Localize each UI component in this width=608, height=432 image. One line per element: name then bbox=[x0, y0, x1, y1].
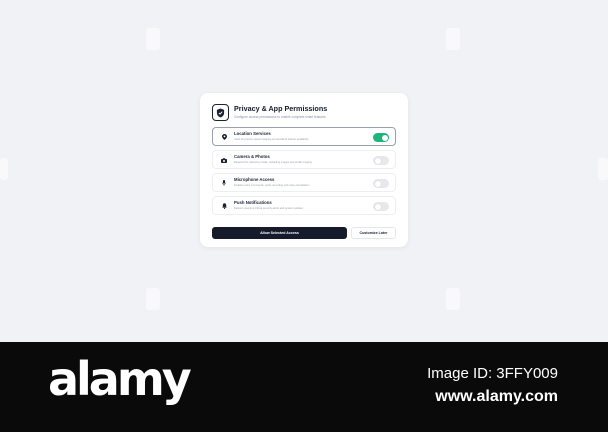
permission-row-notifications[interactable]: Push Notifications Delivers real-time cr… bbox=[212, 196, 396, 215]
microphone-icon bbox=[221, 180, 227, 186]
permissions-dialog: Privacy & App Permissions Configure acce… bbox=[200, 93, 408, 247]
camera-icon bbox=[221, 157, 227, 163]
permission-name: Microphone Access bbox=[234, 177, 275, 182]
watermark-mark bbox=[446, 288, 460, 310]
shield-check-icon bbox=[212, 104, 229, 121]
watermark-logo: alamy bbox=[48, 352, 192, 406]
permission-row-camera[interactable]: Camera & Photos Required for capturing m… bbox=[212, 150, 396, 169]
permission-name: Push Notifications bbox=[234, 200, 272, 205]
location-toggle[interactable] bbox=[373, 133, 389, 142]
watermark-mark bbox=[598, 158, 608, 180]
permission-row-location[interactable]: Location Services Used for precise speed… bbox=[212, 127, 396, 146]
permission-row-microphone[interactable]: Microphone Access Enables voice commands… bbox=[212, 173, 396, 192]
camera-toggle[interactable] bbox=[373, 156, 389, 165]
permission-name: Location Services bbox=[234, 131, 271, 136]
allow-selected-access-button[interactable]: Allow Selected Access bbox=[212, 227, 347, 239]
dialog-header: Privacy & App Permissions Configure acce… bbox=[212, 103, 398, 125]
watermark-site-url: www.alamy.com bbox=[435, 388, 558, 405]
toggle-knob bbox=[374, 180, 381, 187]
permission-description: Enables voice commands, audio recording … bbox=[234, 184, 310, 187]
permission-description: Delivers real-time critical security ale… bbox=[234, 207, 303, 210]
permission-description: Required for capturing media, uploading … bbox=[234, 161, 312, 164]
permission-name: Camera & Photos bbox=[234, 154, 270, 159]
notifications-toggle[interactable] bbox=[373, 202, 389, 211]
stock-watermark-banner: alamy Image ID: 3FFY009 www.alamy.com bbox=[0, 342, 608, 432]
watermark-mark bbox=[446, 28, 460, 50]
dialog-subtitle: Configure access permissions to enable c… bbox=[234, 115, 326, 119]
bell-icon bbox=[221, 203, 227, 209]
watermark-mark bbox=[0, 158, 8, 180]
toggle-knob bbox=[381, 134, 388, 141]
watermark-mark bbox=[146, 288, 160, 310]
watermark-mark bbox=[146, 28, 160, 50]
microphone-toggle[interactable] bbox=[373, 179, 389, 188]
customize-later-button[interactable]: Customize Later bbox=[351, 227, 396, 239]
location-pin-icon bbox=[221, 134, 227, 140]
dialog-title: Privacy & App Permissions bbox=[234, 104, 328, 113]
watermark-image-id: Image ID: 3FFY009 bbox=[427, 365, 558, 382]
toggle-knob bbox=[374, 157, 381, 164]
screenshot-stage: Privacy & App Permissions Configure acce… bbox=[0, 0, 608, 342]
permission-description: Used for precise speed mapping and local… bbox=[234, 138, 309, 141]
toggle-knob bbox=[374, 203, 381, 210]
